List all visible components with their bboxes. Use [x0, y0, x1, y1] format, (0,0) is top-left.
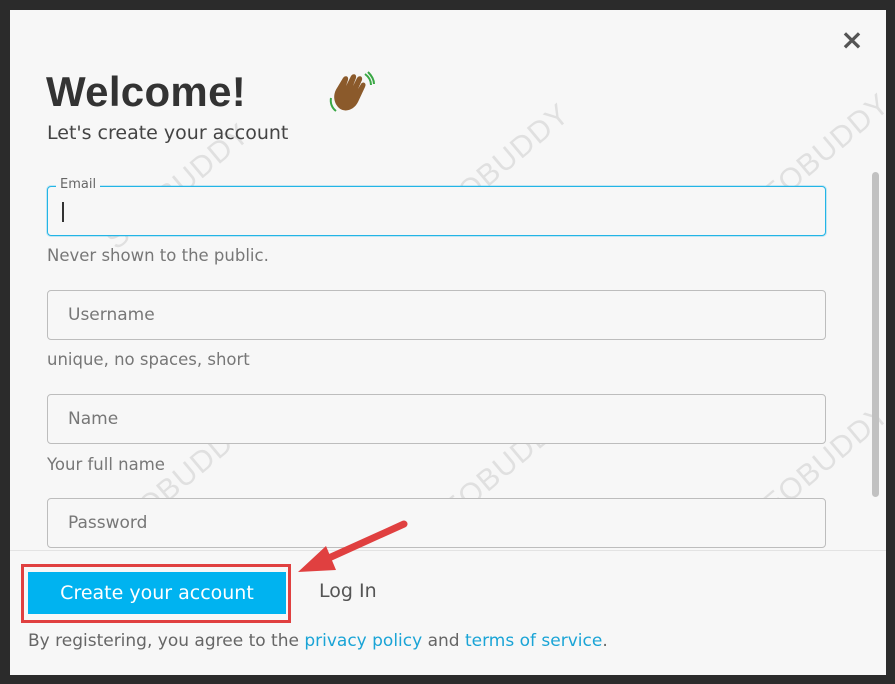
password-input[interactable]: [48, 499, 825, 547]
text-cursor: [62, 202, 64, 222]
annotation-arrow: [298, 520, 408, 572]
email-field[interactable]: Email: [47, 177, 826, 236]
terms-prefix: By registering, you agree to the: [28, 631, 305, 651]
dialog-footer: Create your account Log In By registerin…: [10, 550, 886, 675]
name-hint: Your full name: [47, 455, 165, 474]
waving-hand-icon: [329, 71, 375, 112]
name-field[interactable]: [47, 394, 826, 444]
email-hint: Never shown to the public.: [47, 246, 269, 265]
privacy-policy-link[interactable]: privacy policy: [304, 631, 422, 651]
password-field[interactable]: [47, 498, 826, 548]
close-icon[interactable]: ×: [840, 26, 864, 54]
email-label: Email: [56, 177, 101, 192]
terms-mid: and: [422, 631, 465, 651]
terms-text: By registering, you agree to the privacy…: [28, 631, 608, 651]
email-input[interactable]: [48, 187, 825, 235]
scrollbar-thumb[interactable]: [872, 172, 879, 497]
name-input[interactable]: [48, 395, 825, 443]
annotation-highlight-box: [21, 564, 291, 623]
terms-of-service-link[interactable]: terms of service: [465, 631, 602, 651]
username-hint: unique, no spaces, short: [47, 350, 250, 369]
username-field[interactable]: [47, 290, 826, 340]
page-subtitle: Let's create your account: [47, 122, 289, 144]
username-input[interactable]: [48, 291, 825, 339]
page-title: Welcome!: [46, 68, 247, 115]
terms-suffix: .: [602, 631, 608, 651]
signup-dialog: SEOBUDDY SEOBUDDY SEOBUDDY SEOBUDDY SEOB…: [10, 10, 886, 675]
